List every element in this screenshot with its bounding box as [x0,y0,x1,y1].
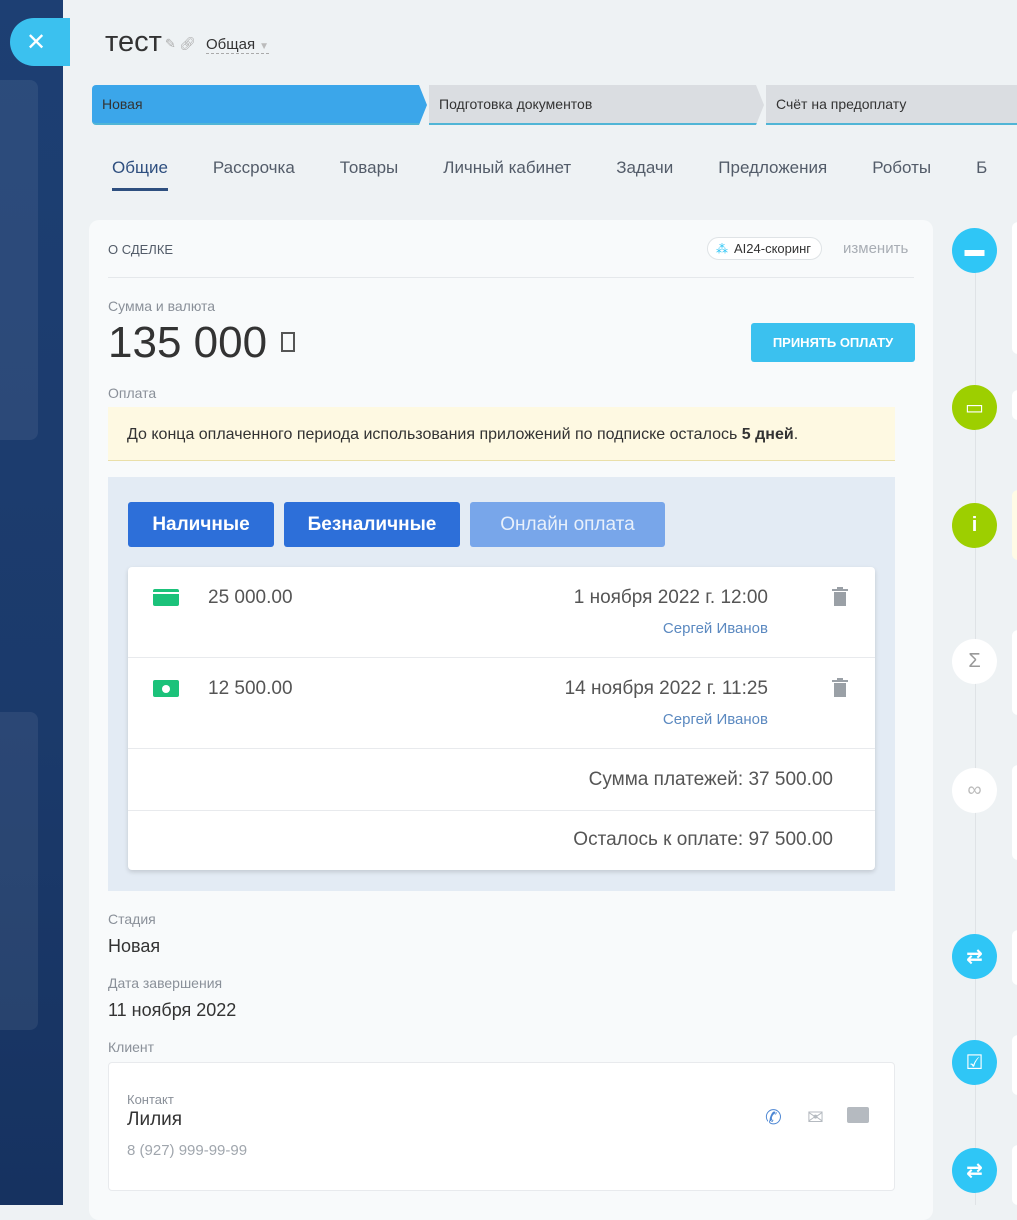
tab-more[interactable]: Б [976,158,987,191]
ai-badge-label: AI24-скоринг [734,241,812,256]
ai-scoring-badge[interactable]: ⁂ AI24-скоринг [707,237,823,260]
tab-personal-account[interactable]: Личный кабинет [443,158,571,191]
payment-user-link[interactable]: Сергей Иванов [663,620,768,637]
contact-name[interactable]: Лилия [127,1109,182,1131]
timeline-card [1012,1035,1017,1095]
tab-offers[interactable]: Предложения [718,158,827,191]
stage-new[interactable]: Новая [92,85,427,125]
sidebar-panel [0,80,38,440]
payment-date: 14 ноября 2022 г. 11:25 [564,678,768,699]
stage-documents[interactable]: Подготовка документов [429,85,764,125]
client-label: Клиент [108,1039,155,1055]
timeline-card [1012,390,1017,420]
stage-value: Новая [108,936,161,956]
category-dropdown[interactable]: Общая ▼ [206,36,269,54]
close-date-label: Дата завершения [108,975,223,991]
amount-label: Сумма и валюта [108,298,216,314]
close-slider-button[interactable]: ✕ [10,18,70,66]
payment-area: Наличные Безналичные Онлайн оплата 25 00… [108,477,895,891]
contact-label: Контакт [127,1092,174,1107]
ai-icon: ⁂ [716,241,728,256]
notice-days: 5 дней [741,426,794,443]
tabs: Общие Рассрочка Товары Личный кабинет За… [112,158,987,191]
phone-icon[interactable]: ✆ [765,1105,782,1130]
timeline-card [1012,222,1017,354]
change-link[interactable]: изменить [843,240,908,257]
accept-payment-button[interactable]: ПРИНЯТЬ ОПЛАТУ [751,323,915,362]
timeline-card [1012,490,1017,560]
notice-text: До конца оплаченного периода использован… [127,426,742,443]
chat-icon[interactable] [847,1107,869,1123]
trash-icon[interactable] [832,678,848,697]
pencil-icon[interactable]: ✎ [165,36,176,51]
payment-sum: 25 000.00 [208,587,293,608]
tab-general[interactable]: Общие [112,158,168,191]
online-payment-button[interactable]: Онлайн оплата [470,502,665,547]
task-check-icon[interactable]: ☑ [952,1040,997,1085]
timeline-card [1012,630,1017,715]
info-icon[interactable]: i [952,503,997,548]
cashless-payment-button[interactable]: Безналичные [284,502,460,547]
link-icon[interactable]: 🔗︎ [180,36,197,51]
sum-icon[interactable]: Σ [952,639,997,684]
left-sidebar [0,0,63,1205]
card-icon [153,589,179,606]
payment-label: Оплата [108,385,157,401]
sidebar-panel [0,712,38,1030]
client-block: Контакт Лилия 8 (927) 999-99-99 ✆ ✉ [108,1062,895,1191]
divider [108,277,914,278]
subscription-notice: До конца оплаченного периода использован… [108,407,895,461]
tab-products[interactable]: Товары [340,158,398,191]
payment-row: 25 000.00 1 ноября 2022 г. 12:00 Сергей … [128,567,875,658]
payment-date: 1 ноября 2022 г. 12:00 [573,587,768,608]
total-row: Сумма платежей: 37 500.00 [128,749,875,811]
tab-installment[interactable]: Рассрочка [213,158,295,191]
stage-label: Стадия [108,911,156,927]
tab-robots[interactable]: Роботы [872,158,931,191]
cash-payment-button[interactable]: Наличные [128,502,274,547]
chevron-down-icon: ▼ [259,41,269,52]
contact-phone[interactable]: 8 (927) 999-99-99 [127,1142,247,1159]
trash-icon[interactable] [832,587,848,606]
close-icon: ✕ [26,28,47,56]
total-paid: Сумма платежей: 37 500.00 [588,769,833,790]
remaining-amount: Осталось к оплате: 97 500.00 [573,829,833,850]
timeline-card [1012,1145,1017,1205]
stage-prepayment-invoice[interactable]: Счёт на предоплату [766,85,1017,125]
deal-title: тест [105,26,162,58]
timeline-card [1012,930,1017,985]
message-icon[interactable]: ▭ [952,385,997,430]
payment-sum: 12 500.00 [208,678,293,699]
deal-card: О СДЕЛКЕ ⁂ AI24-скоринг изменить Сумма и … [89,220,933,1220]
sync-icon[interactable]: ⇄ [952,1148,997,1193]
amount-value: 135 000 [108,318,268,367]
payment-user-link[interactable]: Сергей Иванов [663,711,768,728]
stage-bar: Новая Подготовка документов Счёт на пред… [92,85,1017,125]
link-icon[interactable]: ∞ [952,768,997,813]
payment-row: 12 500.00 14 ноября 2022 г. 11:25 Сергей… [128,658,875,749]
section-title: О СДЕЛКЕ [108,242,174,257]
mail-icon[interactable]: ✉ [807,1105,824,1130]
sync-icon[interactable]: ⇄ [952,934,997,979]
tab-tasks[interactable]: Задачи [616,158,673,191]
comment-icon[interactable]: ▬ [952,228,997,273]
timeline-card [1012,765,1017,860]
cash-icon [153,680,179,697]
currency-symbol-icon [281,332,295,352]
close-date-value: 11 ноября 2022 [108,1000,237,1020]
payments-list: 25 000.00 1 ноября 2022 г. 12:00 Сергей … [128,567,875,870]
category-label: Общая [206,36,256,53]
